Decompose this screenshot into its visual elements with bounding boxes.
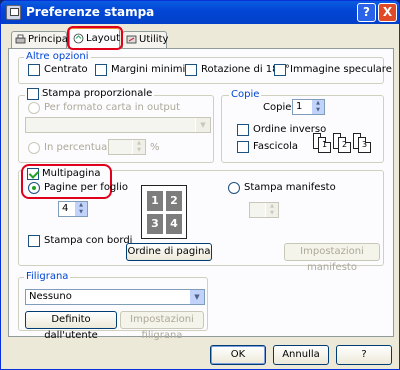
percent-sign: %	[150, 142, 160, 153]
ordine-inverso-checkbox[interactable]	[237, 124, 249, 136]
collate-page-number: 3	[361, 140, 368, 149]
print-preferences-dialog: Preferenze stampa ? X Principale Layout …	[0, 0, 400, 370]
percentuale-label: In percentuale	[44, 142, 117, 153]
collate-page-icon: 3	[358, 137, 371, 153]
tab-principale[interactable]: Principale	[11, 31, 77, 48]
spin-down-icon[interactable]: ▼	[132, 147, 145, 154]
spin-buttons: ▲ ▼	[132, 140, 145, 154]
fascicola-label: Fascicola	[253, 141, 298, 152]
collate-page-number: 1	[321, 140, 328, 149]
impostazioni-filigrana-button[interactable]: Impostazioni filigrana	[120, 311, 204, 341]
preview-page: 4	[166, 214, 182, 234]
tab-label: Utility	[139, 34, 169, 45]
spin-up-icon[interactable]: ▲	[132, 140, 145, 147]
centrato-checkbox[interactable]	[28, 64, 40, 76]
spin-up-icon[interactable]: ▲	[265, 203, 278, 210]
stampa-proporzionale-label: Stampa proporzionale	[42, 88, 155, 99]
close-button[interactable]: X	[378, 3, 397, 22]
page-layout-preview: 1 2 3 4	[141, 185, 187, 239]
percentuale-stepper[interactable]: ▲ ▼	[108, 139, 146, 155]
stampa-con-bordi-checkbox[interactable]	[28, 235, 40, 247]
pagine-per-foglio-radio[interactable]	[28, 182, 40, 194]
ok-button[interactable]: OK	[210, 345, 266, 365]
stampa-manifesto-label: Stampa manifesto	[244, 182, 336, 193]
formato-carta-radio[interactable]	[28, 102, 40, 114]
impostazioni-manifesto-button[interactable]: Impostazioni manifesto	[284, 243, 380, 273]
title-bar[interactable]: Preferenze stampa ? X	[1, 1, 399, 24]
copie-title: Copie	[229, 89, 262, 100]
rotazione-checkbox[interactable]	[185, 64, 197, 76]
pagine-per-foglio-label: Pagine per foglio	[44, 182, 128, 193]
preview-page: 2	[166, 191, 182, 211]
preview-page: 3	[147, 214, 163, 234]
spin-up-icon[interactable]: ▲	[311, 100, 324, 107]
preview-page: 1	[147, 191, 163, 211]
definito-utente-button[interactable]: Definito dall'utente	[25, 311, 117, 341]
pages-per-sheet-stepper[interactable]: 4 ▲ ▼	[58, 201, 88, 217]
layout-panel: Altre opzioni Centrato Margini minimi Ro…	[8, 48, 394, 341]
spin-down-icon[interactable]: ▼	[311, 107, 324, 114]
manifesto-stepper[interactable]: ▲ ▼	[249, 202, 279, 218]
collate-page-icon: 1	[318, 137, 331, 153]
stampa-con-bordi-label: Stampa con bordi	[44, 235, 133, 246]
help-title-button[interactable]: ?	[357, 3, 376, 22]
margini-minimi-checkbox[interactable]	[95, 64, 107, 76]
spin-buttons: ▲ ▼	[311, 100, 324, 114]
ordine-di-pagina-button[interactable]: Ordine di pagina	[126, 243, 212, 261]
immagine-speculare-label: Immagine speculare	[290, 64, 392, 75]
cancel-button[interactable]: Annulla	[273, 345, 329, 365]
spin-down-icon[interactable]: ▼	[265, 210, 278, 217]
spin-buttons: ▲ ▼	[265, 203, 278, 217]
multipagina-checkbox[interactable]	[27, 168, 39, 180]
filigrana-value: Nessuno	[29, 291, 72, 302]
margini-minimi-label: Margini minimi	[111, 64, 186, 75]
spin-up-icon[interactable]: ▲	[74, 202, 87, 209]
stampa-proporzionale-checkbox[interactable]	[25, 86, 41, 102]
help-button[interactable]: ?	[336, 345, 392, 365]
window-title: Preferenze stampa	[26, 5, 155, 19]
centrato-label: Centrato	[44, 64, 88, 75]
multipagina-label: Multipagina	[42, 168, 101, 179]
collate-page-number: 2	[341, 140, 348, 149]
copie-value: 1	[296, 101, 303, 112]
stampa-manifesto-radio[interactable]	[228, 182, 240, 194]
spin-down-icon[interactable]: ▼	[74, 209, 87, 216]
filigrana-select[interactable]: Nessuno ▼	[25, 289, 205, 305]
chevron-down-icon: ▼	[189, 290, 204, 304]
printer-tab-icon	[15, 34, 26, 44]
layout-tab-highlight	[67, 26, 123, 50]
copie-label: Copie	[263, 102, 292, 113]
spin-buttons: ▲ ▼	[74, 202, 87, 216]
formato-carta-select[interactable]: ▼	[25, 117, 211, 133]
tab-utility[interactable]: Utility	[122, 31, 169, 48]
utility-tab-icon	[126, 35, 137, 44]
pages-per-sheet-value: 4	[62, 203, 69, 214]
formato-carta-label: Per formato carta in output	[44, 102, 181, 113]
chevron-down-icon: ▼	[195, 118, 210, 132]
copie-stepper[interactable]: 1 ▲ ▼	[292, 99, 325, 115]
printer-icon	[6, 5, 21, 20]
fascicola-checkbox[interactable]	[237, 141, 249, 153]
percentuale-radio[interactable]	[28, 142, 40, 154]
collate-page-icon: 2	[338, 137, 351, 153]
altre-opzioni-title: Altre opzioni	[24, 51, 91, 62]
immagine-speculare-checkbox[interactable]	[274, 64, 286, 76]
filigrana-title: Filigrana	[24, 271, 71, 282]
